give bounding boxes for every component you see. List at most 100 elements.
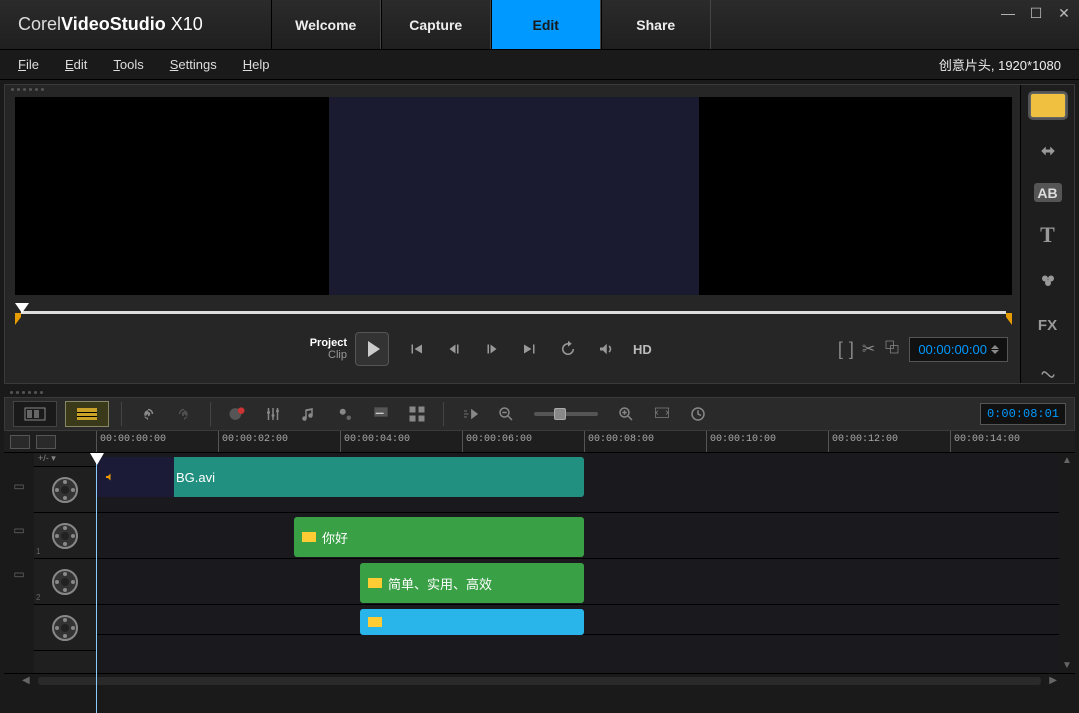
library-fx-icon[interactable]: FX bbox=[1030, 313, 1066, 338]
maximize-icon[interactable]: ☐ bbox=[1029, 6, 1043, 20]
track-visibility-column: ▭ ▭ ▭ bbox=[4, 453, 34, 673]
storyboard-view-button[interactable] bbox=[13, 401, 57, 427]
library-media-icon[interactable] bbox=[1030, 93, 1066, 118]
auto-music-button[interactable] bbox=[295, 401, 323, 427]
next-frame-button[interactable] bbox=[481, 338, 503, 360]
timeline-playhead[interactable] bbox=[96, 453, 97, 713]
track-head-overlay-2[interactable]: 2 bbox=[34, 559, 96, 605]
timeline-view-button[interactable] bbox=[65, 401, 109, 427]
split-clip-button[interactable]: ✂ bbox=[862, 339, 875, 359]
clip-label: 简单、实用、高效 bbox=[388, 574, 492, 593]
clip-video[interactable]: BG.avi bbox=[96, 457, 584, 497]
mark-in-icon[interactable] bbox=[15, 317, 21, 325]
clip-title-1[interactable]: 你好 bbox=[294, 517, 584, 557]
tc-down-icon[interactable] bbox=[991, 350, 999, 354]
track-lanes[interactable]: BG.avi 你好 简单、实用、高效 bbox=[96, 453, 1059, 673]
tab-edit[interactable]: Edit bbox=[491, 0, 601, 49]
hd-button[interactable]: HD bbox=[633, 338, 652, 360]
library-title-ab-icon[interactable]: AB bbox=[1034, 183, 1062, 201]
track-lane-3[interactable] bbox=[96, 605, 1059, 635]
track-options-toggle[interactable]: +/- ▾ bbox=[34, 453, 96, 467]
timeline-ruler-row: 00:00:00:0000:00:02:0000:00:04:0000:00:0… bbox=[4, 431, 1075, 453]
track-head-video[interactable] bbox=[34, 467, 96, 513]
menu-help[interactable]: Help bbox=[243, 57, 270, 72]
track-lane-1[interactable]: 你好 bbox=[96, 513, 1059, 559]
multicam-button[interactable] bbox=[403, 401, 431, 427]
app-logo: CorelVideoStudio X10 bbox=[0, 14, 221, 35]
subtitle-button[interactable] bbox=[367, 401, 395, 427]
speaker-icon bbox=[104, 471, 116, 483]
title-badge-icon bbox=[368, 617, 382, 627]
title-badge-icon bbox=[302, 532, 316, 542]
tab-share[interactable]: Share bbox=[601, 0, 711, 49]
zoom-out-button[interactable] bbox=[492, 401, 520, 427]
timeline-ruler[interactable]: 00:00:00:0000:00:02:0000:00:04:0000:00:0… bbox=[96, 431, 1075, 452]
project-duration-button[interactable] bbox=[684, 401, 712, 427]
reel-icon bbox=[52, 477, 78, 503]
scrubber-playhead-icon[interactable] bbox=[15, 303, 29, 313]
scroll-left-icon[interactable]: ◀ bbox=[22, 675, 30, 686]
menu-file[interactable]: File bbox=[18, 57, 39, 72]
track-vis-3[interactable]: ▭ bbox=[10, 567, 28, 581]
fit-project-button[interactable] bbox=[648, 401, 676, 427]
mark-out-icon[interactable] bbox=[1006, 317, 1012, 325]
library-graphics-icon[interactable] bbox=[1030, 268, 1066, 293]
horizontal-scrollbar[interactable]: ◀ ▶ bbox=[4, 673, 1075, 687]
library-text-icon[interactable]: T bbox=[1030, 222, 1066, 248]
menu-settings[interactable]: Settings bbox=[170, 57, 217, 72]
ruler-toggle-2[interactable] bbox=[36, 435, 56, 449]
tab-capture[interactable]: Capture bbox=[381, 0, 491, 49]
vertical-scrollbar[interactable]: ▲ ▼ bbox=[1059, 453, 1075, 673]
minimize-icon[interactable]: — bbox=[1001, 6, 1015, 20]
track-lane-video[interactable]: BG.avi bbox=[96, 453, 1059, 513]
tab-welcome[interactable]: Welcome bbox=[271, 0, 381, 49]
track-vis-2[interactable]: ▭ bbox=[10, 523, 28, 537]
motion-tracking-button[interactable] bbox=[331, 401, 359, 427]
track-head-overlay-3[interactable] bbox=[34, 605, 96, 651]
preview-monitor[interactable] bbox=[15, 97, 1012, 295]
product-text: VideoStudio bbox=[61, 14, 166, 34]
track-lane-2[interactable]: 简单、实用、高效 bbox=[96, 559, 1059, 605]
zoom-slider[interactable] bbox=[534, 412, 598, 416]
volume-button[interactable] bbox=[595, 338, 617, 360]
timeline-duration[interactable]: 0:00:08:01 bbox=[980, 403, 1066, 425]
snapshot-button[interactable] bbox=[883, 338, 901, 361]
mark-out-button[interactable]: ] bbox=[849, 339, 854, 360]
undo-button[interactable] bbox=[134, 401, 162, 427]
ruler-toggle-1[interactable] bbox=[10, 435, 30, 449]
scroll-right-icon[interactable]: ▶ bbox=[1049, 675, 1057, 686]
play-button[interactable] bbox=[355, 332, 389, 366]
library-tabs: AB T FX bbox=[1020, 85, 1074, 383]
redo-button[interactable] bbox=[170, 401, 198, 427]
track-head-overlay-1[interactable]: 1 bbox=[34, 513, 96, 559]
preview-panel: AB T FX Project Clip HD [ ] bbox=[4, 84, 1075, 384]
mode-project-label[interactable]: Project bbox=[15, 337, 347, 349]
tc-up-icon[interactable] bbox=[991, 345, 999, 349]
speed-button[interactable] bbox=[456, 401, 484, 427]
go-end-button[interactable] bbox=[519, 338, 541, 360]
clip-title-3[interactable] bbox=[360, 609, 584, 635]
preview-transport: Project Clip HD [ ] ✂ 00:00:00:00 bbox=[15, 327, 1012, 371]
scroll-down-icon[interactable]: ▼ bbox=[1062, 658, 1072, 673]
menu-tools[interactable]: Tools bbox=[113, 57, 143, 72]
repeat-button[interactable] bbox=[557, 338, 579, 360]
mark-in-button[interactable]: [ bbox=[838, 339, 843, 360]
window-controls: — ☐ ✕ bbox=[1001, 6, 1071, 20]
audio-mixer-button[interactable] bbox=[259, 401, 287, 427]
clip-title-2[interactable]: 简单、实用、高效 bbox=[360, 563, 584, 603]
project-info: 创意片头, 1920*1080 bbox=[939, 55, 1061, 74]
mode-clip-label[interactable]: Clip bbox=[15, 349, 347, 361]
preview-timecode[interactable]: 00:00:00:00 bbox=[909, 337, 1008, 362]
library-path-icon[interactable] bbox=[1030, 358, 1066, 383]
reel-icon bbox=[52, 523, 78, 549]
close-icon[interactable]: ✕ bbox=[1057, 6, 1071, 20]
prev-frame-button[interactable] bbox=[443, 338, 465, 360]
scroll-up-icon[interactable]: ▲ bbox=[1062, 453, 1072, 468]
record-button[interactable] bbox=[223, 401, 251, 427]
go-start-button[interactable] bbox=[405, 338, 427, 360]
menu-edit[interactable]: Edit bbox=[65, 57, 87, 72]
zoom-in-button[interactable] bbox=[612, 401, 640, 427]
track-vis-1[interactable]: ▭ bbox=[10, 479, 28, 493]
library-transitions-icon[interactable] bbox=[1030, 138, 1066, 163]
preview-scrubber[interactable] bbox=[15, 303, 1012, 321]
